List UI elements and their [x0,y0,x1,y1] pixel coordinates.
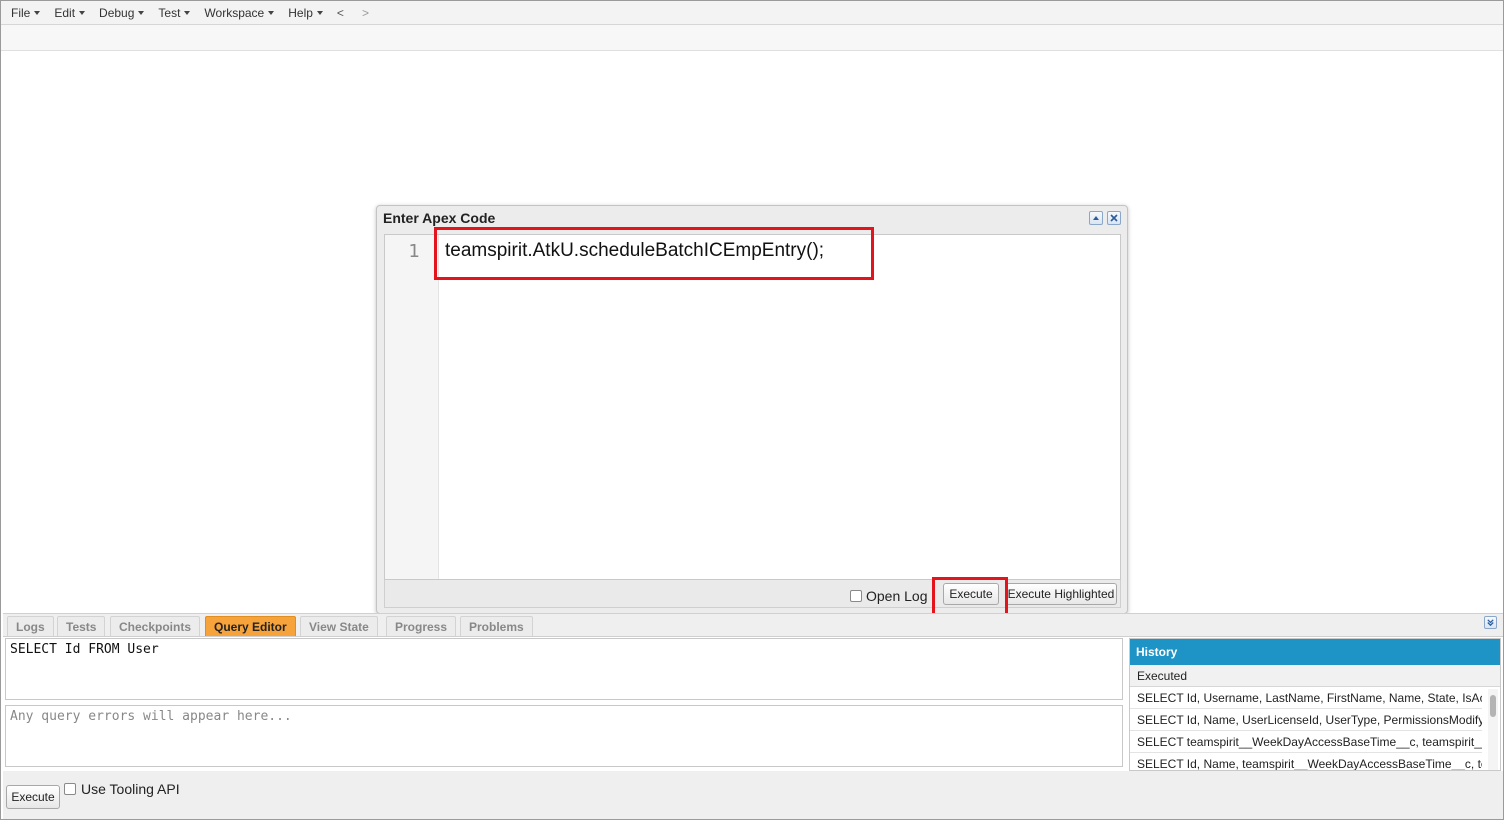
menu-edit-label: Edit [54,5,76,20]
developer-console-window: File Edit Debug Test Workspace Help < > … [0,0,1504,820]
menu-debug[interactable]: Debug [99,5,145,20]
tab-query-editor[interactable]: Query Editor [205,616,296,636]
menu-workspace-label: Workspace [204,5,265,20]
caret-down-icon [268,10,275,15]
open-log-option[interactable]: Open Log [850,588,928,604]
execute-highlighted-button[interactable]: Execute Highlighted [1005,583,1117,605]
tab-tests[interactable]: Tests [57,616,106,636]
tab-checkpoints[interactable]: Checkpoints [110,616,201,636]
history-panel: History Executed SELECT Id, Username, La… [1129,638,1501,771]
history-column-header: Executed [1130,665,1500,687]
history-row[interactable]: SELECT Id, Name, UserLicenseId, UserType… [1130,709,1482,731]
use-tooling-api-checkbox[interactable] [64,783,76,795]
tab-problems[interactable]: Problems [460,616,533,636]
query-action-bar [3,771,1503,819]
toolbar [1,25,1503,51]
apex-code-editor[interactable]: 1 teamspirit.AtkU.scheduleBatchICEmpEntr… [384,234,1121,580]
history-row[interactable]: SELECT teamspirit__WeekDayAccessBaseTime… [1130,731,1482,753]
tab-view-state[interactable]: View State [300,616,378,636]
history-scrollbar-thumb[interactable] [1490,695,1496,717]
history-row[interactable]: SELECT Id, Username, LastName, FirstName… [1130,687,1482,709]
query-errors-area: Any query errors will appear here... [5,705,1123,767]
forward-arrow-icon[interactable]: > [362,6,369,20]
menu-help-label: Help [288,5,313,20]
use-tooling-api-label: Use Tooling API [81,781,180,797]
line-gutter: 1 [385,235,439,579]
caret-down-icon [184,10,191,15]
menu-test[interactable]: Test [158,5,191,20]
menu-debug-label: Debug [99,5,135,20]
line-number: 1 [408,241,420,262]
open-log-checkbox[interactable] [850,590,862,602]
dialog-title: Enter Apex Code [383,210,496,226]
caret-down-icon [34,10,41,15]
maximize-button[interactable] [1089,211,1103,225]
tab-logs[interactable]: Logs [7,616,54,636]
open-log-label: Open Log [866,588,928,604]
menu-bar: File Edit Debug Test Workspace Help < > [1,1,1503,25]
menu-test-label: Test [158,5,181,20]
chevron-up-icon [1093,216,1099,220]
query-input[interactable]: SELECT Id FROM User [5,638,1123,700]
history-row[interactable]: SELECT Id, Name, teamspirit__WeekDayAcce… [1130,753,1482,771]
collapse-panel-button[interactable] [1484,616,1497,629]
history-title: History [1130,639,1500,665]
caret-down-icon [138,10,145,15]
query-execute-button[interactable]: Execute [6,785,60,809]
tab-progress[interactable]: Progress [386,616,457,636]
execute-button[interactable]: Execute [943,583,999,605]
menu-file-label: File [11,5,31,20]
menu-help[interactable]: Help [288,6,323,20]
caret-down-icon [316,10,323,15]
back-arrow-icon[interactable]: < [337,6,344,20]
menu-file[interactable]: File [11,5,41,20]
code-line[interactable]: teamspirit.AtkU.scheduleBatchICEmpEntry(… [445,240,824,262]
history-scrollbar[interactable] [1488,689,1498,770]
close-icon [1110,214,1118,222]
close-button[interactable] [1107,211,1121,225]
dialog-footer: Open Log Execute Execute Highlighted [384,580,1121,608]
menu-workspace[interactable]: Workspace [204,5,275,20]
panel-tabs: Logs Tests Checkpoints Query Editor View… [3,613,1503,637]
double-chevron-down-icon [1487,619,1494,627]
enter-apex-code-dialog: Enter Apex Code 1 teamspirit.AtkU.schedu… [376,205,1128,616]
use-tooling-api-option[interactable]: Use Tooling API [64,781,180,797]
caret-down-icon [79,10,86,15]
menu-edit[interactable]: Edit [54,5,86,20]
